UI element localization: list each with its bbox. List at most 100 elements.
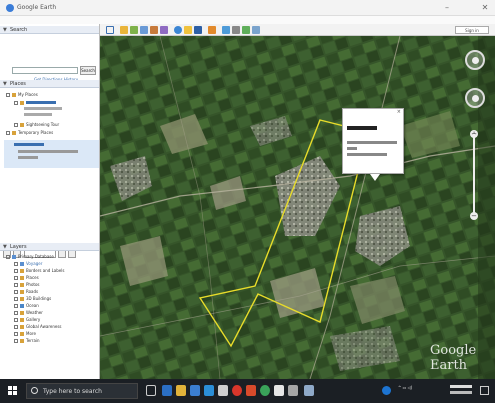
record-tour-icon[interactable] [160,26,168,34]
layer-label: More [26,331,36,336]
layer-icon [20,311,24,315]
layer-item[interactable]: Global Awareness [14,324,62,329]
layer-item[interactable]: Ocean [14,303,39,308]
tree-item-my-places[interactable]: My Places [6,92,38,97]
next-button[interactable] [68,250,76,258]
notifications-icon[interactable] [480,386,489,395]
sunlight-icon[interactable] [184,26,192,34]
task-view-icon[interactable] [146,385,156,396]
layer-label: Roads [26,289,39,294]
layer-label: Gallery [26,317,41,322]
layer-item[interactable]: Weather [14,310,43,315]
print-icon[interactable] [232,26,240,34]
save-image-icon[interactable] [242,26,250,34]
menu-bar [0,16,495,24]
layer-item[interactable]: Borders and Labels [14,268,64,273]
window-title: Google Earth [17,4,57,11]
taskbar-search[interactable]: Type here to search [26,383,138,399]
layer-icon [20,290,24,294]
layer-item[interactable]: Terrain [14,338,40,343]
layer-icon [20,332,24,336]
layer-icon [20,297,24,301]
close-icon[interactable]: × [397,109,401,115]
layer-icon [20,318,24,322]
layers-panel-header[interactable]: ▼ Layers [0,243,99,251]
move-center-icon [472,95,479,102]
windows-start-icon[interactable] [8,386,18,396]
layer-item[interactable]: 3D Buildings [14,296,51,301]
layer-item[interactable]: Photos [14,282,40,287]
historical-imagery-icon[interactable] [174,26,182,34]
zoom-slider[interactable] [473,134,475,214]
placemark-tool-icon[interactable] [120,26,128,34]
path-tool-icon[interactable] [140,26,148,34]
layer-icon [20,283,24,287]
tree-item-label: Primary Database [18,254,54,259]
tree-item-temporary[interactable]: Temporary Places [6,130,53,135]
google-earth-watermark: Google Earth [430,343,477,373]
selected-placemark[interactable] [4,140,99,168]
tray-app-icon[interactable] [382,386,391,395]
layer-label: Terrain [26,338,40,343]
balloon-tail [370,174,380,181]
minimize-button[interactable]: – [440,2,454,14]
tray-icons[interactable]: ^ ▭ ◁) [398,385,412,390]
tree-item-label: Temporary Places [18,130,54,135]
close-button[interactable]: ✕ [478,2,492,14]
tree-item-sightseeing[interactable]: Sightseeing Tour [14,122,59,127]
app-icon[interactable] [288,385,298,396]
search-button[interactable]: Search [80,66,96,75]
email-icon[interactable] [222,26,230,34]
layer-item[interactable]: Gallery [14,317,40,322]
prev-button[interactable] [58,250,66,258]
balloon-text-line [347,153,387,156]
layer-item[interactable]: Voyager [14,261,42,266]
sign-in-button[interactable]: Sign in [455,26,489,34]
search-input[interactable] [12,67,78,74]
map-view[interactable]: + − × Google Earth [100,36,495,379]
edge-icon[interactable] [162,385,172,396]
maps-icon[interactable] [252,26,260,34]
move-joystick[interactable] [465,88,485,108]
app-icon[interactable] [204,385,214,396]
collapse-triangle-icon: ▼ [3,27,7,33]
places-panel-label: Places [10,81,26,87]
file-explorer-icon[interactable] [176,385,186,396]
taskbar-search-placeholder: Type here to search [43,388,102,395]
ruler-icon[interactable] [208,26,216,34]
satellite-imagery [100,36,495,379]
overlay-tool-icon[interactable] [150,26,158,34]
google-earth-taskbar-icon[interactable] [304,385,314,396]
balloon-text-line [347,147,357,150]
chrome-icon[interactable] [260,385,270,396]
tree-item-primary-database[interactable]: Primary Database [6,254,54,259]
tree-item-label: My Places [18,92,38,97]
placemark-balloon: × [342,108,404,174]
opera-icon[interactable] [232,385,242,396]
store-icon[interactable] [190,385,200,396]
search-panel-header[interactable]: ▼ Search [0,26,99,34]
zoom-out-button[interactable]: − [470,212,478,220]
map-toolbar: Sign in [100,24,495,36]
collapse-triangle-icon: ▼ [3,244,7,250]
tree-item-place[interactable] [14,100,56,105]
tree-item-desc [24,112,52,117]
balloon-text-line [347,141,397,144]
clock-time [450,385,472,388]
app-icon[interactable] [274,385,284,396]
layer-item[interactable]: Roads [14,289,38,294]
app-icon[interactable] [246,385,256,396]
layer-icon [20,269,24,273]
mail-icon[interactable] [218,385,228,396]
sidebar-toggle-icon[interactable] [106,26,114,34]
search-icon [31,387,38,394]
windows-taskbar: Type here to search ^ ▭ ◁) [0,379,495,403]
layer-icon [20,325,24,329]
places-panel-header[interactable]: ▼ Places [0,80,99,88]
clock-date [450,391,472,394]
layer-item[interactable]: More [14,331,36,336]
look-joystick[interactable] [465,50,485,70]
planets-icon[interactable] [194,26,202,34]
layer-item[interactable]: Places [14,275,39,280]
polygon-tool-icon[interactable] [130,26,138,34]
